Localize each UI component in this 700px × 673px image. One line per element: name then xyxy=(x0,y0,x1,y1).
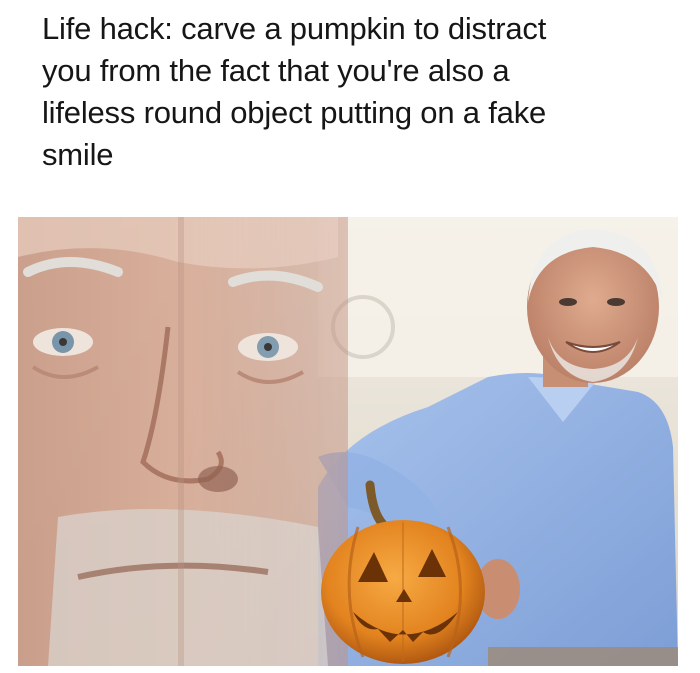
caption-line-4: smile xyxy=(42,137,114,172)
table-edge xyxy=(488,647,678,666)
caption-line-1: Life hack: carve a pumpkin to distract xyxy=(42,11,547,46)
caption-line-2: you from the fact that you're also a xyxy=(42,53,510,88)
meme-post: Life hack: carve a pumpkin to distract y… xyxy=(0,0,700,673)
meme-caption: Life hack: carve a pumpkin to distract y… xyxy=(42,8,672,176)
caption-line-3: lifeless round object putting on a fake xyxy=(42,95,547,130)
meme-photo-illustration xyxy=(18,217,678,666)
old-man-face-closeup xyxy=(18,217,348,666)
meme-photo xyxy=(18,217,678,666)
